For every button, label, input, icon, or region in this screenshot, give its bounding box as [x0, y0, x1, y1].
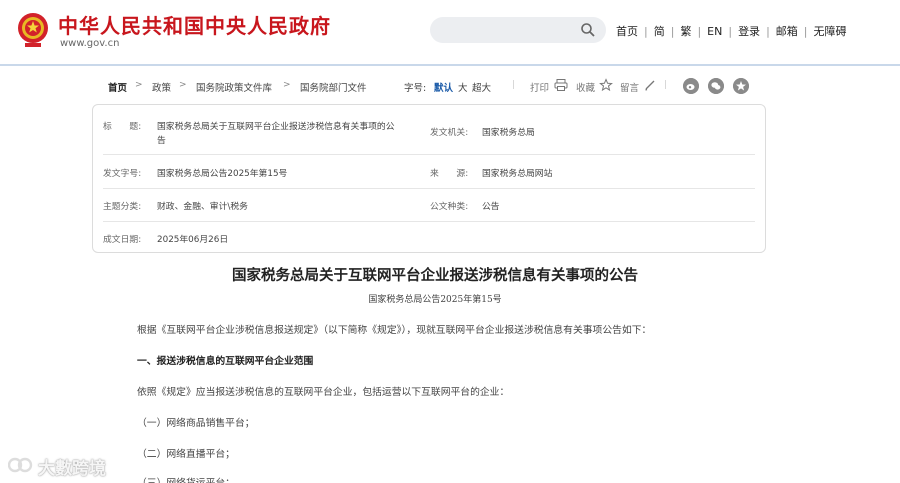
- chevron-right-icon: >: [135, 80, 143, 90]
- nav-mailbox[interactable]: 邮箱: [776, 25, 798, 38]
- font-size-label: 字号:: [404, 83, 427, 94]
- star-icon[interactable]: [599, 78, 613, 92]
- breadcrumb-home[interactable]: 首页: [108, 80, 127, 94]
- search-icon[interactable]: [580, 22, 596, 38]
- date-value: 2025年06月26日: [157, 235, 229, 245]
- nav-separator: |: [644, 25, 648, 38]
- issuer-value: 国家税务总局: [482, 128, 535, 138]
- search-input[interactable]: [440, 21, 580, 39]
- nav-traditional[interactable]: 繁: [680, 25, 691, 38]
- top-nav: 首页 | 简 | 繁 | EN | 登录 | 邮箱 | 无障碍: [616, 23, 847, 39]
- site-header: 中华人民共和国中央人民政府 www.gov.cn 首页 | 简 | 繁 | EN | 登录 | 邮箱…: [0, 0, 900, 66]
- font-size-large[interactable]: 大: [458, 80, 468, 94]
- nav-separator: |: [670, 25, 675, 38]
- nav-english[interactable]: EN: [707, 25, 722, 38]
- nav-separator: |: [803, 25, 808, 38]
- watermark-logo-icon: [8, 457, 33, 473]
- article-list-item: （二）网络直播平台；: [137, 449, 235, 460]
- font-size-xlarge[interactable]: 超大: [472, 80, 491, 94]
- type-value: 公告: [482, 202, 500, 212]
- topic-label: 主题分类:: [103, 202, 142, 212]
- title-label: 标 题:: [103, 122, 142, 132]
- title-value-line1: 国家税务总局关于互联网平台企业报送涉税信息有关事项的公: [157, 122, 395, 132]
- weibo-share-icon[interactable]: [683, 78, 699, 94]
- nav-home[interactable]: 首页: [616, 25, 638, 38]
- nav-separator: |: [697, 25, 702, 38]
- breadcrumb-policy-library[interactable]: 国务院政策文件库: [196, 80, 272, 94]
- nav-accessibility[interactable]: 无障碍: [814, 25, 847, 38]
- article-paragraph: 根据《互联网平台企业涉税信息报送规定》（以下简称《规定》），现就互联网平台企业报…: [137, 325, 652, 336]
- comment-label[interactable]: 留言: [620, 80, 639, 94]
- article-heading: 一、报送涉税信息的互联网平台企业范围: [137, 356, 314, 367]
- docno-value: 国家税务总局公告2025年第15号: [157, 169, 288, 179]
- type-label: 公文种类:: [430, 202, 469, 212]
- watermark-text: 大數跨境: [38, 459, 106, 479]
- source-value: 国家税务总局网站: [482, 169, 553, 179]
- title-value-line2: 告: [157, 136, 166, 146]
- article-list-item: （一）网络商品销售平台；: [137, 418, 255, 429]
- chevron-right-icon: >: [283, 80, 291, 90]
- breadcrumb-bar: 首页 > 政策 > 国务院政策文件库 > 国务院部门文件 字号: 默认 大 超大…: [92, 74, 766, 98]
- divider: |: [512, 80, 516, 90]
- breadcrumb-department-files[interactable]: 国务院部门文件: [300, 80, 367, 94]
- date-label: 成文日期:: [103, 235, 142, 245]
- site-title[interactable]: 中华人民共和国中央人民政府: [58, 10, 331, 39]
- nav-simplified[interactable]: 简: [654, 25, 665, 38]
- breadcrumb-policy[interactable]: 政策: [152, 80, 171, 94]
- article-list-item: （三）网络货运平台；: [137, 475, 235, 483]
- wechat-share-icon[interactable]: [708, 78, 724, 94]
- print-icon[interactable]: [554, 78, 568, 92]
- star-share-icon[interactable]: [733, 78, 749, 94]
- row-divider: [103, 188, 755, 189]
- divider: |: [664, 80, 668, 90]
- row-divider: [103, 154, 755, 155]
- document-info-table: 标 题: 国家税务总局关于互联网平台企业报送涉税信息有关事项的公 告 发文机关:…: [92, 104, 766, 253]
- article-paragraph: 依照《规定》应当报送涉税信息的互联网平台企业，包括运营以下互联网平台的企业：: [137, 387, 510, 398]
- pencil-icon[interactable]: [643, 78, 657, 92]
- national-emblem-icon[interactable]: [16, 10, 50, 50]
- article-title: 国家税务总局关于互联网平台企业报送涉税信息有关事项的公告: [232, 267, 638, 284]
- font-size-default[interactable]: 默认: [434, 80, 453, 94]
- docno-label: 发文字号:: [103, 169, 142, 179]
- nav-separator: |: [766, 25, 770, 38]
- chevron-right-icon: >: [179, 80, 187, 90]
- issuer-label: 发文机关:: [430, 128, 469, 138]
- article-subtitle: 国家税务总局公告2025年第15号: [368, 295, 502, 305]
- favorite-label[interactable]: 收藏: [576, 80, 595, 94]
- site-url: www.gov.cn: [60, 38, 120, 49]
- row-divider: [103, 221, 755, 222]
- source-label: 来 源:: [430, 169, 469, 179]
- nav-login[interactable]: 登录: [738, 25, 760, 38]
- topic-value: 财政、金融、审计\税务: [157, 202, 248, 212]
- nav-separator: |: [728, 25, 733, 38]
- print-label[interactable]: 打印: [530, 80, 549, 94]
- search-box[interactable]: [430, 17, 606, 43]
